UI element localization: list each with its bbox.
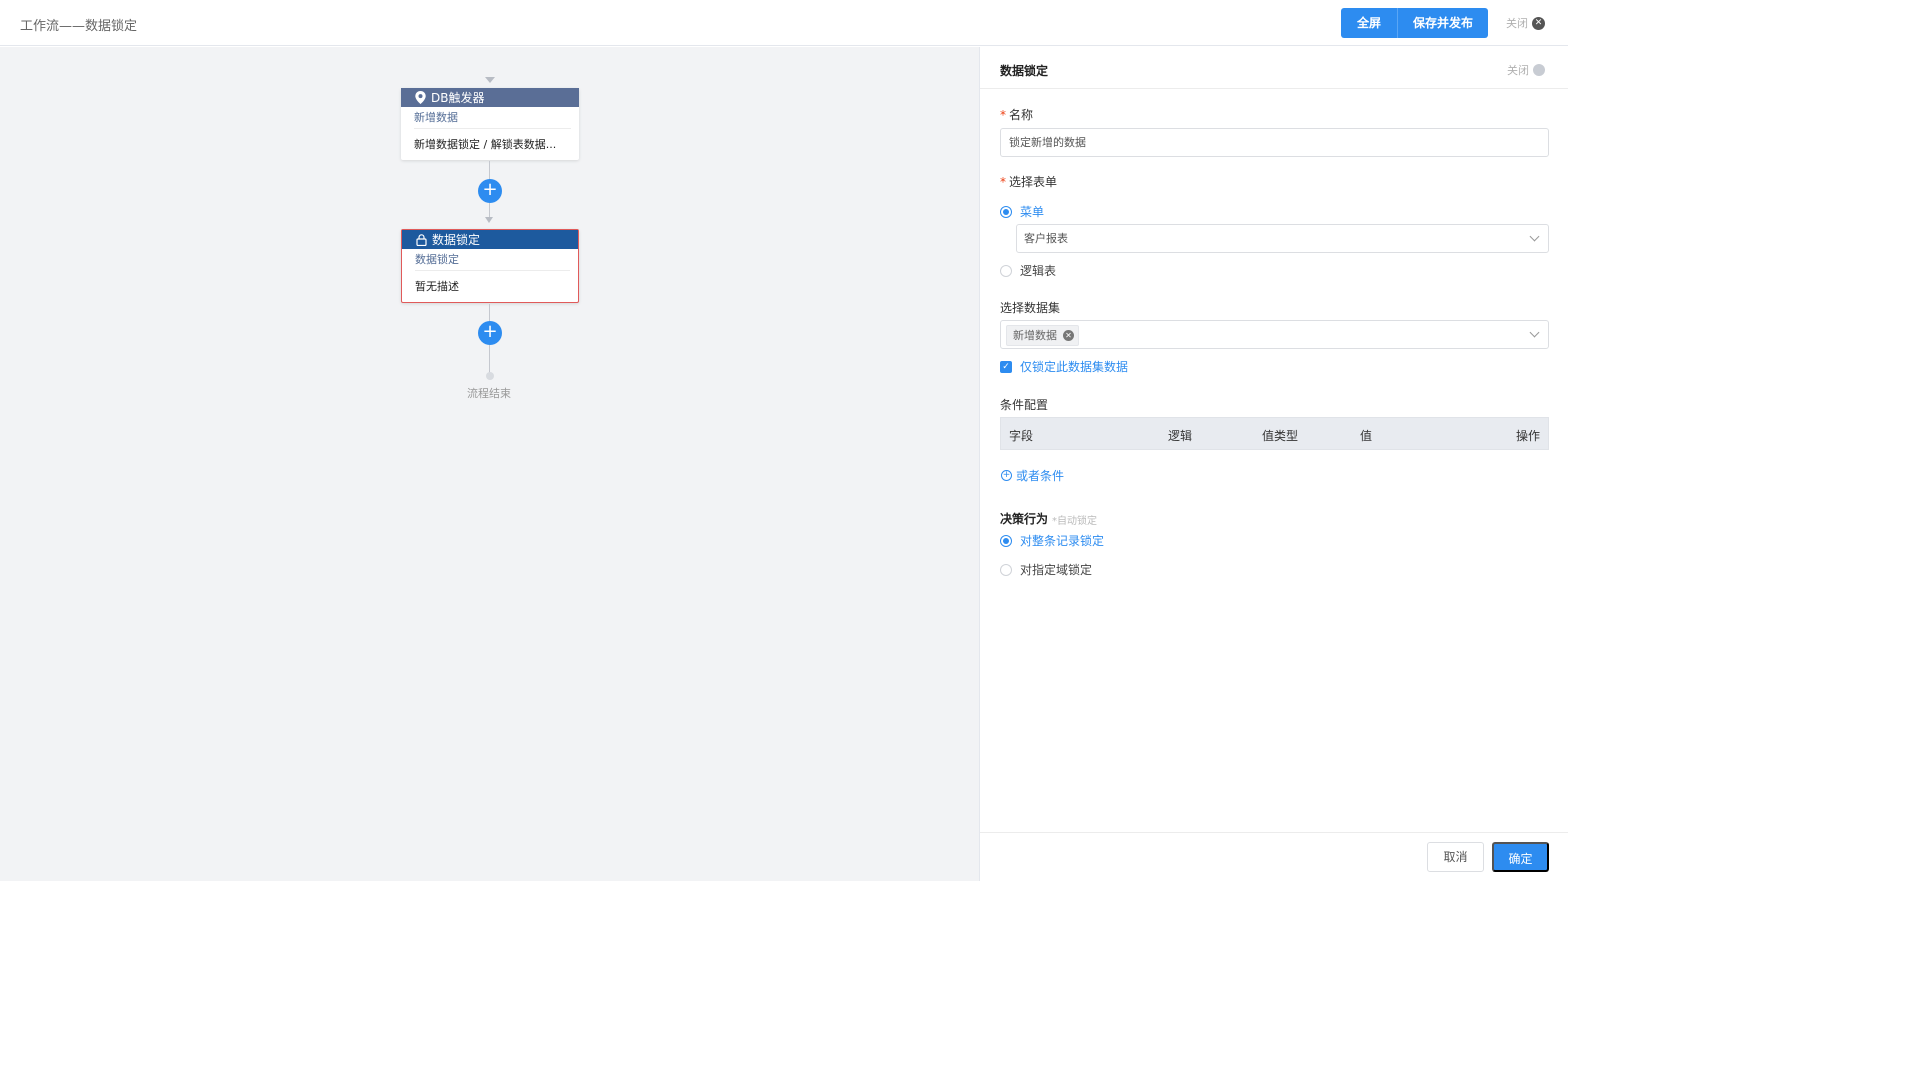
radio-checked-icon xyxy=(1000,205,1012,218)
confirm-button[interactable]: 确定 xyxy=(1492,842,1549,872)
lock-icon xyxy=(416,233,427,246)
column-value-type: 值类型 xyxy=(1262,429,1299,443)
add-node-button[interactable]: + xyxy=(478,321,502,345)
connector-line xyxy=(489,161,490,181)
connector-line xyxy=(489,345,490,373)
end-dot xyxy=(486,372,494,380)
arrow-down-icon xyxy=(485,217,493,223)
flow-end-label: 流程结束 xyxy=(467,387,511,400)
top-header: 工作流——数据锁定 全屏 保存并发布 关闭 ✕ xyxy=(0,0,1568,46)
radio-lock-record-label: 对整条记录锁定 xyxy=(1020,534,1105,548)
only-lock-checkbox[interactable]: ✓ 仅锁定此数据集数据 xyxy=(1000,358,1128,375)
panel-close-button[interactable]: 关闭 xyxy=(1507,62,1545,78)
header-button-group: 全屏 保存并发布 xyxy=(1341,8,1488,38)
column-field: 字段 xyxy=(1009,429,1034,443)
radio-menu-label: 菜单 xyxy=(1020,205,1045,219)
panel-close-label: 关闭 xyxy=(1507,64,1529,77)
column-value: 值 xyxy=(1360,429,1373,443)
panel-header: 数据锁定 关闭 xyxy=(980,47,1568,89)
dataset-tag-label: 新增数据 xyxy=(1013,329,1057,342)
save-publish-button[interactable]: 保存并发布 xyxy=(1397,8,1488,38)
dataset-tag[interactable]: 新增数据 ✕ xyxy=(1006,325,1079,346)
radio-checked-icon xyxy=(1000,534,1012,547)
form-label: * 选择表单 xyxy=(1000,173,1057,190)
conditions-label: 条件配置 xyxy=(1000,398,1049,412)
decision-hint: *自动锁定 xyxy=(1052,516,1097,527)
radio-logic-table[interactable]: 逻辑表 xyxy=(1000,262,1056,279)
cancel-button[interactable]: 取消 xyxy=(1427,842,1484,872)
plus-circle-icon: + xyxy=(1001,470,1012,481)
lock-node-subtitle: 数据锁定 xyxy=(415,249,570,271)
header-close-label: 关闭 xyxy=(1506,17,1528,30)
trigger-node-description: 新增数据锁定 / 解锁表数据... xyxy=(414,138,557,151)
flow-canvas: DB触发器 新增数据 新增数据锁定 / 解锁表数据... + 数据锁定 数据锁定… xyxy=(0,47,979,881)
connector-line xyxy=(489,304,490,322)
trigger-node-header: DB触发器 xyxy=(401,88,579,107)
start-arrow-icon xyxy=(485,77,495,83)
menu-select[interactable]: 客户报表 xyxy=(1016,224,1549,253)
chevron-down-icon xyxy=(1529,231,1540,242)
decision-label: 决策行为 xyxy=(1000,512,1049,526)
column-action: 操作 xyxy=(1515,429,1540,443)
chevron-down-icon xyxy=(1529,327,1540,338)
name-label: * 名称 xyxy=(1000,106,1033,123)
radio-lock-field[interactable]: 对指定域锁定 xyxy=(1000,561,1092,578)
radio-menu[interactable]: 菜单 xyxy=(1000,203,1044,220)
panel-title: 数据锁定 xyxy=(1000,64,1049,78)
connector-line xyxy=(489,203,490,217)
checkbox-checked-icon: ✓ xyxy=(1000,360,1012,373)
add-node-button[interactable]: + xyxy=(478,179,502,203)
column-logic: 逻辑 xyxy=(1168,429,1193,443)
header-close-button[interactable]: 关闭 ✕ xyxy=(1506,15,1545,31)
only-lock-label: 仅锁定此数据集数据 xyxy=(1020,360,1129,374)
trigger-node-subtitle: 新增数据 xyxy=(414,107,571,129)
name-input[interactable]: 锁定新增的数据 xyxy=(1000,128,1549,157)
tag-remove-icon[interactable]: ✕ xyxy=(1063,330,1074,341)
add-or-condition-button[interactable]: + 或者条件 xyxy=(1001,467,1064,484)
radio-unchecked-icon xyxy=(1000,563,1012,576)
radio-unchecked-icon xyxy=(1000,264,1012,277)
required-asterisk: * xyxy=(1000,108,1006,122)
trigger-node[interactable]: DB触发器 新增数据 新增数据锁定 / 解锁表数据... xyxy=(401,88,579,160)
panel-footer: 取消 确定 xyxy=(980,832,1568,881)
lock-node-title: 数据锁定 xyxy=(432,233,481,247)
or-condition-label: 或者条件 xyxy=(1016,469,1065,483)
dataset-label: 选择数据集 xyxy=(1000,301,1061,315)
workflow-app: 工作流——数据锁定 全屏 保存并发布 关闭 ✕ DB触发器 新增数据 新增数据锁… xyxy=(0,0,1568,881)
location-pin-icon xyxy=(415,91,426,104)
page-title: 工作流——数据锁定 xyxy=(20,19,138,34)
radio-lock-record[interactable]: 对整条记录锁定 xyxy=(1000,532,1104,549)
form-label-text: 选择表单 xyxy=(1009,175,1058,189)
lock-node-header: 数据锁定 xyxy=(402,230,578,249)
lock-node-description: 暂无描述 xyxy=(415,280,459,293)
radio-lock-field-label: 对指定域锁定 xyxy=(1020,563,1093,577)
close-icon: ✕ xyxy=(1532,16,1545,30)
close-circle-icon xyxy=(1533,64,1545,76)
name-label-text: 名称 xyxy=(1009,108,1034,122)
dataset-select[interactable]: 新增数据 ✕ xyxy=(1000,320,1549,349)
menu-select-value: 客户报表 xyxy=(1024,232,1068,245)
config-panel: 数据锁定 关闭 *名称 锁定新增的数据 *选择表单 菜单 客户报表 逻辑表 xyxy=(979,47,1568,881)
fullscreen-button[interactable]: 全屏 xyxy=(1341,8,1397,38)
lock-node[interactable]: 数据锁定 数据锁定 暂无描述 xyxy=(401,229,579,303)
radio-logic-table-label: 逻辑表 xyxy=(1020,264,1057,278)
required-asterisk: * xyxy=(1000,175,1006,189)
conditions-table-header: 字段 逻辑 值类型 值 操作 xyxy=(1000,417,1549,450)
trigger-node-title: DB触发器 xyxy=(431,91,485,105)
